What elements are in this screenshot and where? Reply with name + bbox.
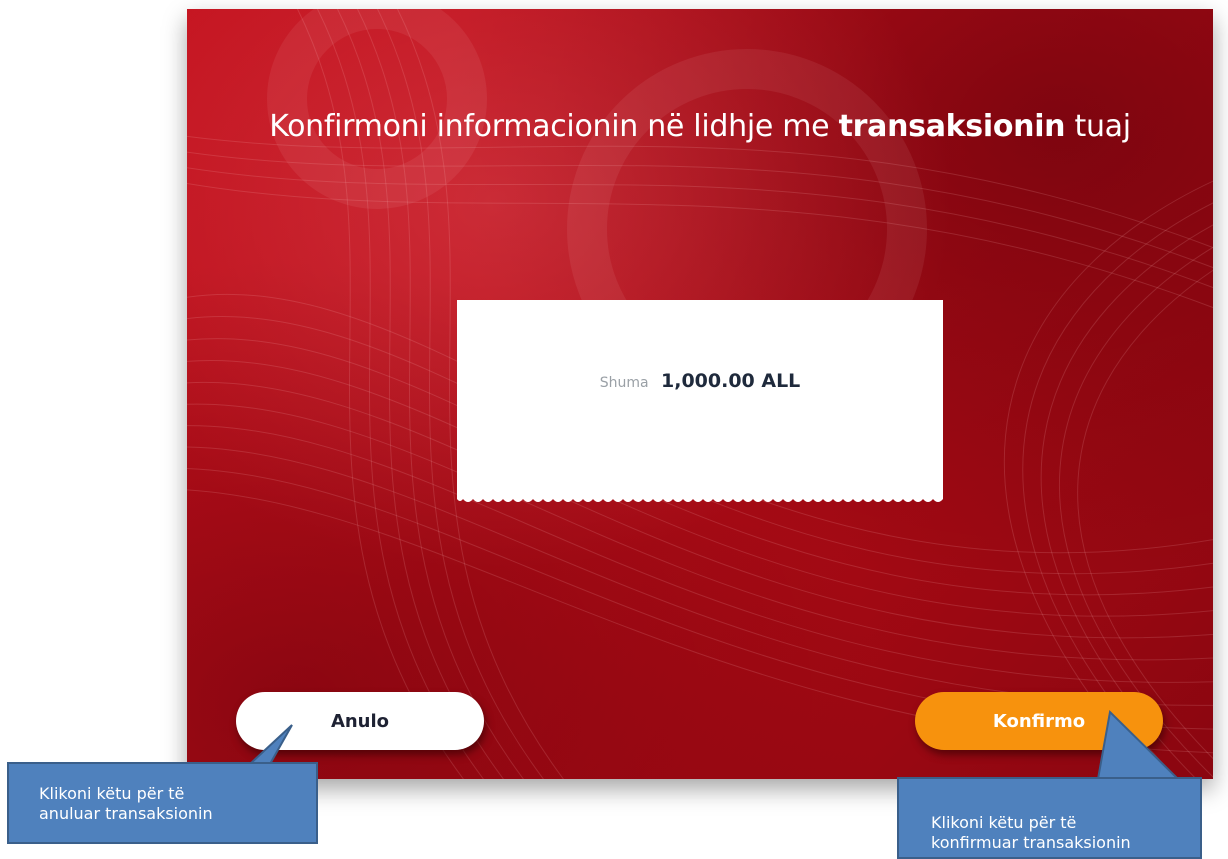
- atm-screen: Konfirmoni informacionin në lidhje me tr…: [187, 9, 1213, 779]
- cancel-hint-line1: Klikoni këtu për të: [39, 784, 185, 803]
- receipt-torn-edge: [457, 495, 943, 502]
- title-emphasis: transaksionin: [838, 109, 1066, 144]
- confirm-button[interactable]: Konfirmo: [915, 692, 1163, 750]
- amount-label: Shuma: [599, 375, 649, 391]
- confirm-hint-line2: konfirmuar transaksionin: [931, 833, 1131, 852]
- title-text-end: tuaj: [1074, 109, 1131, 144]
- confirm-hint-line1: Klikoni këtu për të: [931, 813, 1077, 832]
- page-title: Konfirmoni informacionin në lidhje me tr…: [187, 109, 1213, 144]
- confirm-hint-callout: Klikoni këtu për të konfirmuar transaksi…: [897, 777, 1202, 859]
- cancel-hint-line2: anuluar transaksionin: [39, 804, 213, 823]
- cancel-hint-callout: Klikoni këtu për të anuluar transaksioni…: [7, 762, 318, 844]
- amount-value: 1,000.00 ALL: [661, 370, 801, 392]
- title-text: Konfirmoni informacionin në lidhje me: [269, 109, 830, 144]
- transaction-receipt: Shuma 1,000.00 ALL: [457, 300, 943, 495]
- cancel-button[interactable]: Anulo: [236, 692, 484, 750]
- amount-row: Shuma 1,000.00 ALL: [457, 370, 943, 392]
